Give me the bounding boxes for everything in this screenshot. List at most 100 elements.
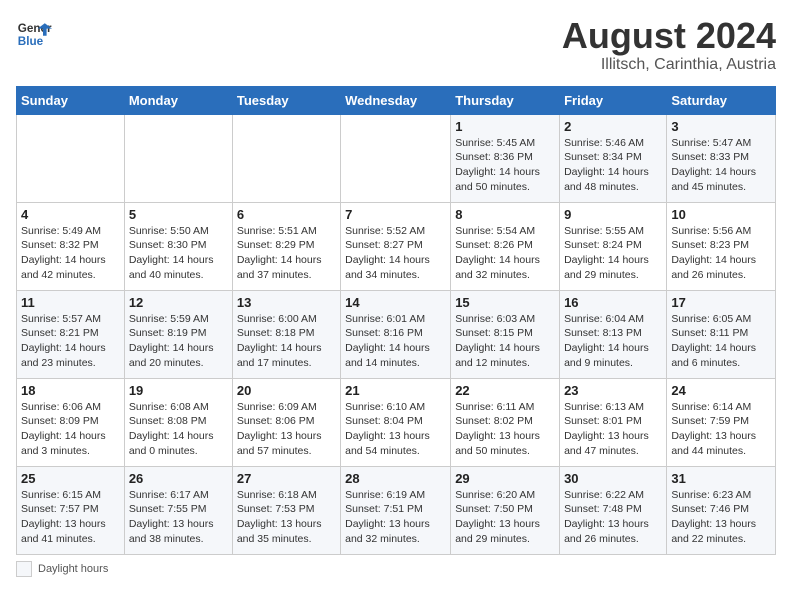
day-number: 24 (671, 383, 771, 398)
day-number: 3 (671, 119, 771, 134)
day-info: Sunrise: 6:10 AM Sunset: 8:04 PM Dayligh… (345, 400, 446, 459)
week-row: 4 Sunrise: 5:49 AM Sunset: 8:32 PM Daylig… (17, 202, 776, 290)
day-info: Sunrise: 6:01 AM Sunset: 8:16 PM Dayligh… (345, 312, 446, 371)
day-number: 9 (564, 207, 662, 222)
footer: Daylight hours (16, 561, 776, 577)
calendar-cell: 31Sunrise: 6:23 AM Sunset: 7:46 PM Dayli… (667, 466, 776, 554)
day-info: Sunrise: 6:18 AM Sunset: 7:53 PM Dayligh… (237, 488, 336, 547)
column-header-saturday: Saturday (667, 86, 776, 114)
day-number: 21 (345, 383, 446, 398)
column-header-sunday: Sunday (17, 86, 125, 114)
calendar-cell: 5 Sunrise: 5:50 AM Sunset: 8:30 PM Daylig… (124, 202, 232, 290)
column-header-thursday: Thursday (451, 86, 560, 114)
calendar-table: SundayMondayTuesdayWednesdayThursdayFrid… (16, 86, 776, 555)
day-number: 8 (455, 207, 555, 222)
calendar-cell: 3 Sunrise: 5:47 AM Sunset: 8:33 PM Daylig… (667, 114, 776, 202)
day-info: Sunrise: 6:04 AM Sunset: 8:13 PM Dayligh… (564, 312, 662, 371)
calendar-cell (341, 114, 451, 202)
day-info: Sunrise: 6:23 AM Sunset: 7:46 PM Dayligh… (671, 488, 771, 547)
day-info: Sunrise: 5:47 AM Sunset: 8:33 PM Dayligh… (671, 136, 771, 195)
day-info: Sunrise: 5:54 AM Sunset: 8:26 PM Dayligh… (455, 224, 555, 283)
calendar-cell: 8 Sunrise: 5:54 AM Sunset: 8:26 PM Daylig… (451, 202, 560, 290)
calendar-cell: 10Sunrise: 5:56 AM Sunset: 8:23 PM Dayli… (667, 202, 776, 290)
month-title: August 2024 (562, 16, 776, 56)
calendar-cell: 11 Sunrise: 5:57 AM Sunset: 8:21 PM Dayli… (17, 290, 125, 378)
day-info: Sunrise: 6:06 AM Sunset: 8:09 PM Dayligh… (21, 400, 120, 459)
day-info: Sunrise: 6:03 AM Sunset: 8:15 PM Dayligh… (455, 312, 555, 371)
title-area: August 2024 Illitsch, Carinthia, Austria (562, 16, 776, 74)
svg-text:Blue: Blue (18, 35, 44, 48)
day-info: Sunrise: 6:15 AM Sunset: 7:57 PM Dayligh… (21, 488, 120, 547)
svg-text:General: General (18, 22, 52, 35)
day-info: Sunrise: 6:17 AM Sunset: 7:55 PM Dayligh… (129, 488, 228, 547)
day-number: 17 (671, 295, 771, 310)
day-number: 15 (455, 295, 555, 310)
calendar-cell: 13 Sunrise: 6:00 AM Sunset: 8:18 PM Dayli… (232, 290, 340, 378)
day-number: 2 (564, 119, 662, 134)
day-info: Sunrise: 6:19 AM Sunset: 7:51 PM Dayligh… (345, 488, 446, 547)
legend-label: Daylight hours (38, 563, 108, 575)
day-number: 30 (564, 471, 662, 486)
day-info: Sunrise: 5:59 AM Sunset: 8:19 PM Dayligh… (129, 312, 228, 371)
day-info: Sunrise: 5:50 AM Sunset: 8:30 PM Dayligh… (129, 224, 228, 283)
calendar-cell: 15 Sunrise: 6:03 AM Sunset: 8:15 PM Dayli… (451, 290, 560, 378)
day-number: 12 (129, 295, 228, 310)
day-number: 11 (21, 295, 120, 310)
calendar-cell: 12 Sunrise: 5:59 AM Sunset: 8:19 PM Dayli… (124, 290, 232, 378)
column-header-tuesday: Tuesday (232, 86, 340, 114)
day-number: 10 (671, 207, 771, 222)
calendar-cell: 19Sunrise: 6:08 AM Sunset: 8:08 PM Dayli… (124, 378, 232, 466)
week-row: 11 Sunrise: 5:57 AM Sunset: 8:21 PM Dayli… (17, 290, 776, 378)
week-row: 1Sunrise: 5:45 AM Sunset: 8:36 PM Daylig… (17, 114, 776, 202)
week-row: 18 Sunrise: 6:06 AM Sunset: 8:09 PM Dayli… (17, 378, 776, 466)
day-info: Sunrise: 5:52 AM Sunset: 8:27 PM Dayligh… (345, 224, 446, 283)
calendar-cell: 29Sunrise: 6:20 AM Sunset: 7:50 PM Dayli… (451, 466, 560, 554)
day-number: 14 (345, 295, 446, 310)
day-info: Sunrise: 5:55 AM Sunset: 8:24 PM Dayligh… (564, 224, 662, 283)
day-number: 4 (21, 207, 120, 222)
day-number: 5 (129, 207, 228, 222)
calendar-cell: 17Sunrise: 6:05 AM Sunset: 8:11 PM Dayli… (667, 290, 776, 378)
calendar-cell: 18 Sunrise: 6:06 AM Sunset: 8:09 PM Dayli… (17, 378, 125, 466)
calendar-cell: 16Sunrise: 6:04 AM Sunset: 8:13 PM Dayli… (560, 290, 667, 378)
logo-icon: General Blue (16, 16, 52, 52)
day-number: 20 (237, 383, 336, 398)
calendar-cell: 24 Sunrise: 6:14 AM Sunset: 7:59 PM Dayli… (667, 378, 776, 466)
day-info: Sunrise: 6:14 AM Sunset: 7:59 PM Dayligh… (671, 400, 771, 459)
calendar-cell: 14 Sunrise: 6:01 AM Sunset: 8:16 PM Dayli… (341, 290, 451, 378)
day-info: Sunrise: 6:11 AM Sunset: 8:02 PM Dayligh… (455, 400, 555, 459)
calendar-cell: 21 Sunrise: 6:10 AM Sunset: 8:04 PM Dayli… (341, 378, 451, 466)
day-number: 18 (21, 383, 120, 398)
day-number: 22 (455, 383, 555, 398)
calendar-cell: 22 Sunrise: 6:11 AM Sunset: 8:02 PM Dayli… (451, 378, 560, 466)
calendar-cell: 28 Sunrise: 6:19 AM Sunset: 7:51 PM Dayli… (341, 466, 451, 554)
calendar-cell: 25Sunrise: 6:15 AM Sunset: 7:57 PM Dayli… (17, 466, 125, 554)
column-header-wednesday: Wednesday (341, 86, 451, 114)
header: General Blue August 2024 Illitsch, Carin… (16, 16, 776, 74)
header-row: SundayMondayTuesdayWednesdayThursdayFrid… (17, 86, 776, 114)
day-info: Sunrise: 6:00 AM Sunset: 8:18 PM Dayligh… (237, 312, 336, 371)
day-info: Sunrise: 6:22 AM Sunset: 7:48 PM Dayligh… (564, 488, 662, 547)
week-row: 25Sunrise: 6:15 AM Sunset: 7:57 PM Dayli… (17, 466, 776, 554)
day-number: 7 (345, 207, 446, 222)
calendar-cell: 23Sunrise: 6:13 AM Sunset: 8:01 PM Dayli… (560, 378, 667, 466)
day-number: 13 (237, 295, 336, 310)
column-header-friday: Friday (560, 86, 667, 114)
calendar-cell (124, 114, 232, 202)
column-header-monday: Monday (124, 86, 232, 114)
day-number: 19 (129, 383, 228, 398)
day-number: 1 (455, 119, 555, 134)
day-number: 28 (345, 471, 446, 486)
calendar-cell: 30 Sunrise: 6:22 AM Sunset: 7:48 PM Dayli… (560, 466, 667, 554)
legend-box (16, 561, 32, 577)
logo: General Blue (16, 16, 52, 52)
day-info: Sunrise: 5:49 AM Sunset: 8:32 PM Dayligh… (21, 224, 120, 283)
calendar-cell (232, 114, 340, 202)
calendar-cell: 20Sunrise: 6:09 AM Sunset: 8:06 PM Dayli… (232, 378, 340, 466)
day-info: Sunrise: 5:57 AM Sunset: 8:21 PM Dayligh… (21, 312, 120, 371)
calendar-cell (17, 114, 125, 202)
day-info: Sunrise: 5:51 AM Sunset: 8:29 PM Dayligh… (237, 224, 336, 283)
day-number: 29 (455, 471, 555, 486)
calendar-cell: 6Sunrise: 5:51 AM Sunset: 8:29 PM Daylig… (232, 202, 340, 290)
day-number: 27 (237, 471, 336, 486)
